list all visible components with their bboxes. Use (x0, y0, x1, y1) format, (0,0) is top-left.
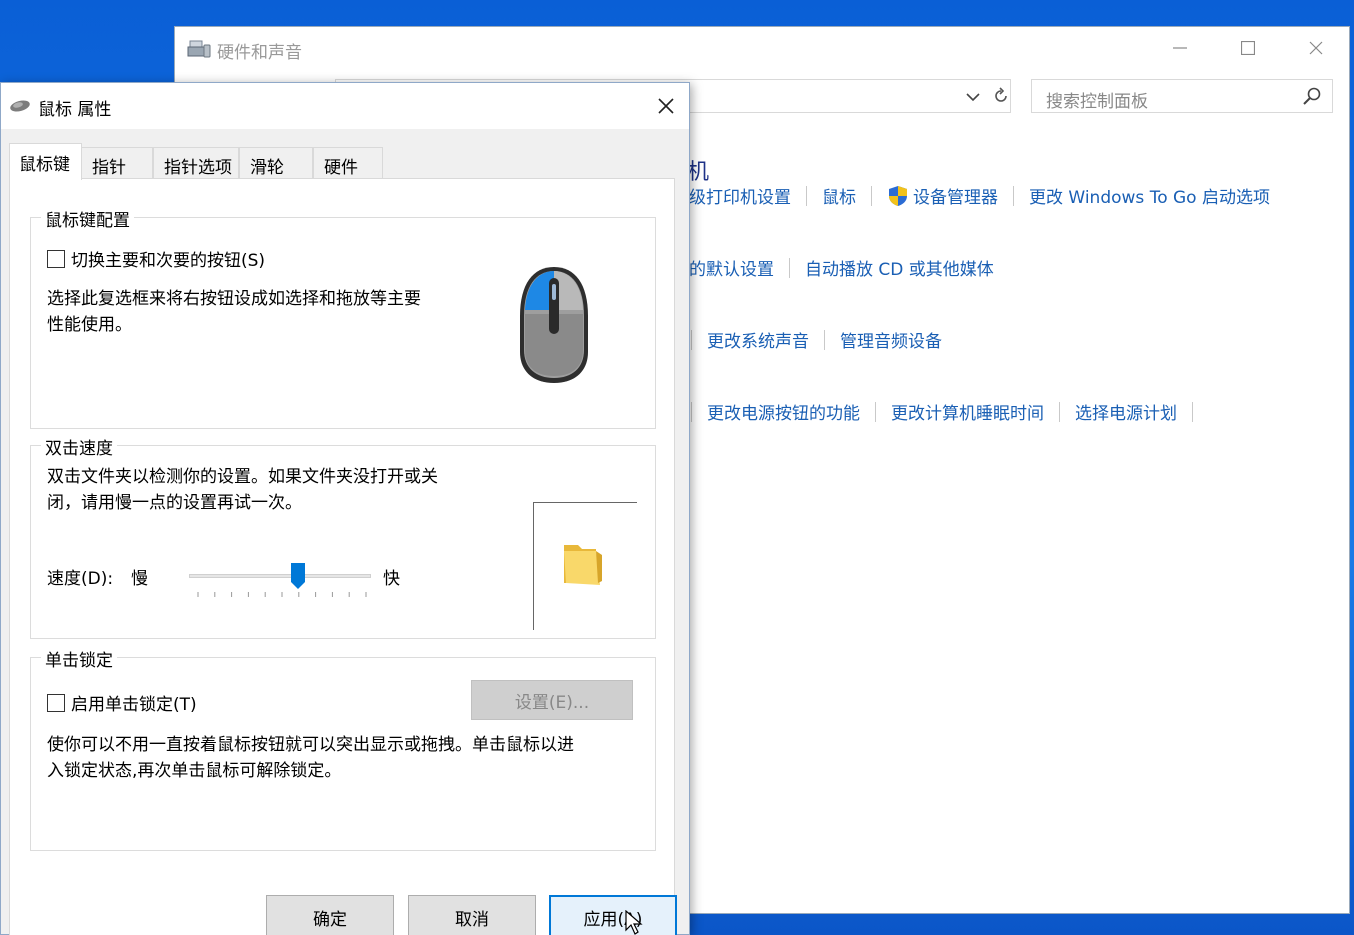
search-icon[interactable] (1302, 86, 1322, 106)
fast-label: 快 (383, 569, 400, 589)
tab-pointers[interactable]: 指针 (81, 147, 153, 179)
apply-button[interactable]: 应用(A) (549, 895, 677, 935)
category-heading: 机 (687, 160, 710, 185)
tab-wheel[interactable]: 滑轮 (239, 147, 313, 179)
maximize-button[interactable] (1225, 33, 1271, 63)
click-lock-description: 使你可以不用一直按着鼠标按钮就可以突出显示或拖拽。单击鼠标以进 入锁定状态,再次… (47, 732, 574, 784)
click-lock-group: 单击锁定 启用单击锁定(T) 设置(E)... 使你可以不用一直按着鼠标按钮就可… (30, 646, 656, 851)
printer-settings-link[interactable]: 级打印机设置 (689, 183, 791, 208)
mouse-properties-dialog: 鼠标 属性 鼠标键 指针 指针选项 滑轮 硬件 鼠标键配置 切换主要和次要的按钮… (0, 82, 690, 935)
switch-buttons-checkbox[interactable] (47, 249, 65, 268)
click-lock-label: 单击锁定 (41, 646, 117, 671)
description-line: 使你可以不用一直按着鼠标按钮就可以突出显示或拖拽。单击鼠标以进 (47, 735, 574, 755)
mouse-image (520, 267, 588, 383)
mouse-icon (10, 100, 30, 112)
link-separator (806, 185, 807, 206)
close-icon (1309, 41, 1323, 55)
speed-slider-track[interactable] (189, 574, 371, 578)
close-icon (658, 98, 674, 114)
slow-label: 慢 (131, 569, 148, 589)
folder-icon[interactable] (562, 539, 604, 587)
device-manager-link[interactable]: 设备管理器 (913, 183, 998, 208)
link-separator (871, 185, 872, 206)
dialog-titlebar: 鼠标 属性 (1, 83, 689, 129)
cancel-button[interactable]: 取消 (408, 895, 536, 935)
windows-to-go-link[interactable]: 更改 Windows To Go 启动选项 (1029, 183, 1270, 208)
devices-links-row: 级打印机设置 鼠标 设备管理器 更改 Windows To Go 启动选项 (689, 183, 1270, 208)
tab-hardware[interactable]: 硬件 (313, 147, 383, 179)
power-plan-link[interactable]: 选择电源计划 (1075, 399, 1177, 424)
sleep-time-link[interactable]: 更改计算机睡眠时间 (891, 399, 1044, 424)
click-lock-row[interactable]: 启用单击锁定(T) (47, 690, 197, 715)
tab-pointer-options[interactable]: 指针选项 (153, 147, 239, 179)
switch-buttons-row[interactable]: 切换主要和次要的按钮(S) (47, 246, 265, 271)
manage-audio-devices-link[interactable]: 管理音频设备 (840, 327, 942, 352)
link-separator (1013, 185, 1014, 206)
refresh-icon (995, 87, 1007, 102)
default-settings-link[interactable]: 的默认设置 (689, 255, 774, 280)
tab-panel: 鼠标键配置 切换主要和次要的按钮(S) 选择此复选框来将右按钮设成如选择和拖放等… (9, 178, 675, 935)
power-button-function-link[interactable]: 更改电源按钮的功能 (707, 399, 860, 424)
link-separator (1192, 401, 1193, 422)
power-links-row: 更改电源按钮的功能 更改计算机睡眠时间 选择电源计划 (691, 399, 1208, 424)
address-dropdown-button[interactable] (961, 85, 985, 109)
description-line: 双击文件夹以检测你的设置。如果文件夹没打开或关 (47, 467, 438, 487)
click-lock-checkbox-label: 启用单击锁定(T) (71, 695, 197, 715)
click-lock-settings-button[interactable]: 设置(E)... (471, 680, 633, 720)
autoplay-links-row: 的默认设置 自动播放 CD 或其他媒体 (689, 255, 994, 280)
link-separator (824, 329, 825, 350)
tab-strip: 鼠标键 指针 指针选项 滑轮 硬件 (7, 143, 387, 180)
control-panel-title: 硬件和声音 (217, 43, 302, 63)
link-separator (789, 257, 790, 278)
link-separator (691, 329, 692, 350)
description-line: 入锁定状态,再次单击鼠标可解除锁定。 (47, 761, 342, 781)
click-lock-checkbox[interactable] (47, 693, 65, 712)
double-click-label: 双击速度 (41, 434, 117, 459)
button-config-description: 选择此复选框来将右按钮设成如选择和拖放等主要 性能使用。 (47, 286, 421, 338)
shield-icon (889, 185, 907, 206)
dialog-close-button[interactable] (643, 89, 689, 123)
search-box[interactable]: 搜索控制面板 (1031, 79, 1333, 113)
refresh-button[interactable] (987, 81, 1015, 111)
tab-buttons[interactable]: 鼠标键 (9, 143, 82, 180)
mouse-cursor-icon (625, 910, 643, 935)
chevron-down-icon (966, 93, 980, 102)
ok-button[interactable]: 确定 (266, 895, 394, 935)
description-line: 闭，请用慢一点的设置再试一次。 (47, 493, 302, 513)
mouse-link[interactable]: 鼠标 (822, 183, 856, 208)
link-separator (875, 401, 876, 422)
dialog-title: 鼠标 属性 (38, 100, 112, 120)
description-line: 性能使用。 (47, 315, 132, 335)
close-button[interactable] (1293, 33, 1339, 63)
link-separator (691, 401, 692, 422)
minimize-button[interactable] (1157, 33, 1203, 63)
control-panel-titlebar: 硬件和声音 (175, 27, 1349, 71)
hardware-sound-icon (187, 40, 211, 58)
search-placeholder: 搜索控制面板 (1046, 92, 1148, 112)
double-click-description: 双击文件夹以检测你的设置。如果文件夹没打开或关 闭，请用慢一点的设置再试一次。 (47, 464, 438, 516)
minimize-icon (1173, 47, 1187, 49)
double-click-group: 双击速度 双击文件夹以检测你的设置。如果文件夹没打开或关 闭，请用慢一点的设置再… (30, 434, 656, 639)
description-line: 选择此复选框来将右按钮设成如选择和拖放等主要 (47, 289, 421, 309)
link-separator (1059, 401, 1060, 422)
button-config-label: 鼠标键配置 (41, 206, 134, 231)
change-system-sounds-link[interactable]: 更改系统声音 (707, 327, 809, 352)
button-config-group: 鼠标键配置 切换主要和次要的按钮(S) 选择此复选框来将右按钮设成如选择和拖放等… (30, 206, 656, 429)
double-click-test-area[interactable] (533, 502, 637, 630)
sound-links-row: 更改系统声音 管理音频设备 (691, 327, 942, 352)
maximize-icon (1241, 41, 1255, 55)
autoplay-link[interactable]: 自动播放 CD 或其他媒体 (805, 255, 994, 280)
slider-ticks (197, 592, 367, 597)
speed-label: 速度(D): (47, 569, 114, 589)
speed-slider-thumb[interactable] (290, 562, 306, 590)
switch-buttons-label: 切换主要和次要的按钮(S) (71, 251, 266, 271)
